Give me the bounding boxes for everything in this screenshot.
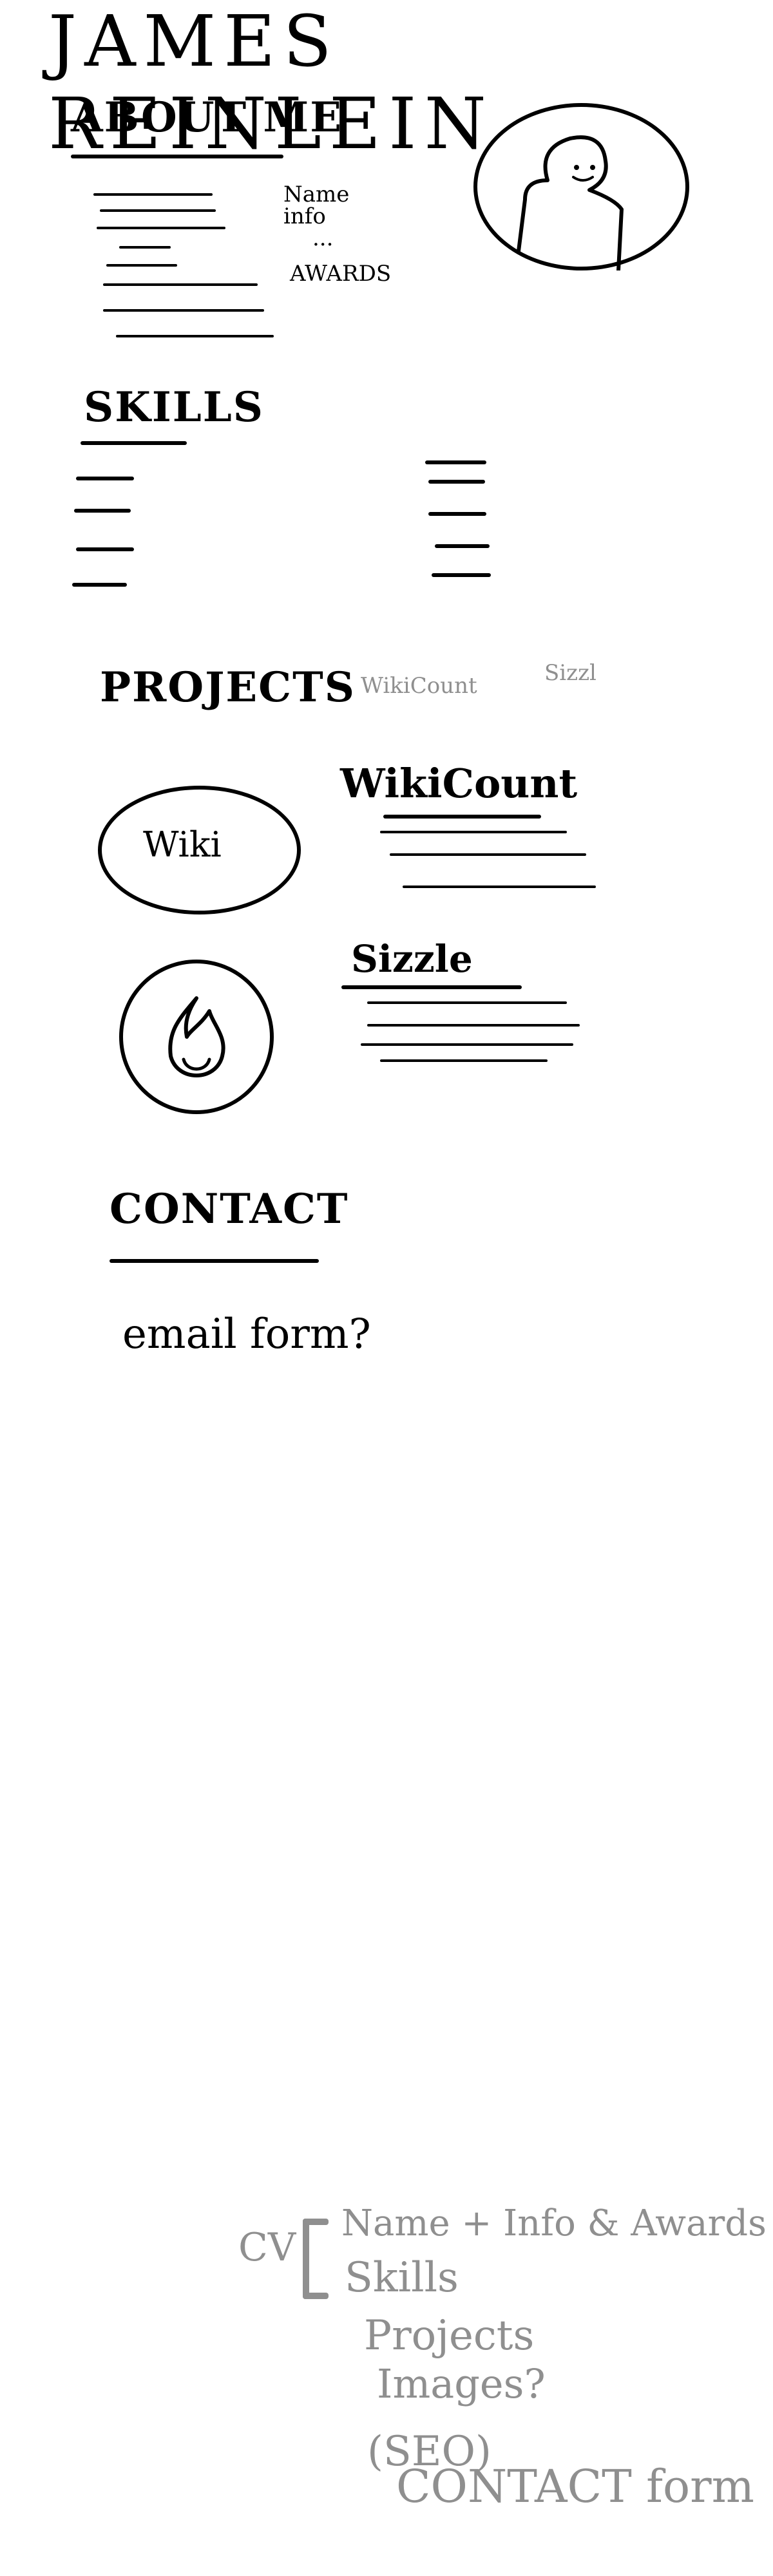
about-text-line bbox=[106, 264, 177, 267]
skill-line-right bbox=[435, 544, 490, 548]
about-awards: AWARDS bbox=[290, 261, 392, 287]
contact-heading-underline bbox=[110, 1259, 319, 1263]
contact-email-form-note: email form? bbox=[122, 1311, 371, 1358]
projects-sizzl-label: Sizzl bbox=[544, 660, 596, 686]
sizzle-text-line bbox=[380, 1059, 548, 1062]
skill-line-right bbox=[428, 480, 485, 484]
notes-cv: CV bbox=[238, 2225, 296, 2270]
skill-line-left bbox=[74, 509, 131, 513]
projects-wikicount-label: WikiCount bbox=[361, 673, 477, 699]
wikicount-title-underline bbox=[383, 815, 541, 819]
contact-heading: CONTACT bbox=[110, 1185, 349, 1233]
notes-line2: Skills bbox=[345, 2254, 459, 2302]
sizzle-project-title: Sizzle bbox=[351, 937, 473, 981]
notes-bracket-bottom bbox=[303, 2293, 329, 2299]
about-text-line bbox=[119, 246, 171, 249]
projects-heading: PROJECTS bbox=[100, 663, 356, 712]
wikicount-text-line bbox=[390, 853, 586, 856]
about-heading: ABOUT ME bbox=[71, 93, 343, 142]
flame-icon bbox=[168, 996, 225, 1077]
skill-line-left bbox=[76, 547, 134, 551]
wikicount-project-title: WikiCount bbox=[340, 760, 578, 807]
notes-bracket-top bbox=[303, 2219, 329, 2225]
about-text-line bbox=[100, 209, 216, 212]
notes-bracket bbox=[303, 2219, 309, 2299]
about-text-line bbox=[116, 335, 274, 337]
about-name-info: Name info bbox=[283, 182, 350, 229]
about-heading-underline bbox=[71, 155, 283, 158]
about-text-line bbox=[103, 283, 258, 286]
wiki-badge-label: Wiki bbox=[143, 824, 222, 865]
sizzle-title-underline bbox=[341, 985, 522, 989]
skill-line-right bbox=[428, 512, 486, 516]
notes-line1: Name + Info & Awards bbox=[341, 2202, 767, 2244]
notes-line3: Projects bbox=[364, 2312, 535, 2360]
wikicount-text-line bbox=[380, 831, 567, 833]
sizzle-text-line bbox=[367, 1024, 580, 1027]
about-ellipsis: ... bbox=[312, 225, 334, 251]
about-text-line bbox=[93, 193, 213, 196]
sizzle-text-line bbox=[367, 1001, 567, 1004]
skill-line-right bbox=[425, 460, 486, 464]
skills-heading-underline bbox=[81, 441, 187, 445]
about-text-line bbox=[97, 227, 225, 229]
skills-heading: SKILLS bbox=[84, 383, 264, 431]
notes-line4: Images? bbox=[377, 2360, 546, 2407]
skill-line-right bbox=[432, 573, 491, 577]
skill-line-left bbox=[76, 477, 134, 480]
avatar-figure-icon bbox=[517, 135, 624, 270]
skill-line-left bbox=[72, 583, 127, 587]
notes-line6: CONTACT form bbox=[396, 2460, 755, 2513]
about-text-line bbox=[103, 309, 264, 312]
sizzle-text-line bbox=[361, 1043, 573, 1046]
wikicount-text-line bbox=[403, 886, 596, 888]
